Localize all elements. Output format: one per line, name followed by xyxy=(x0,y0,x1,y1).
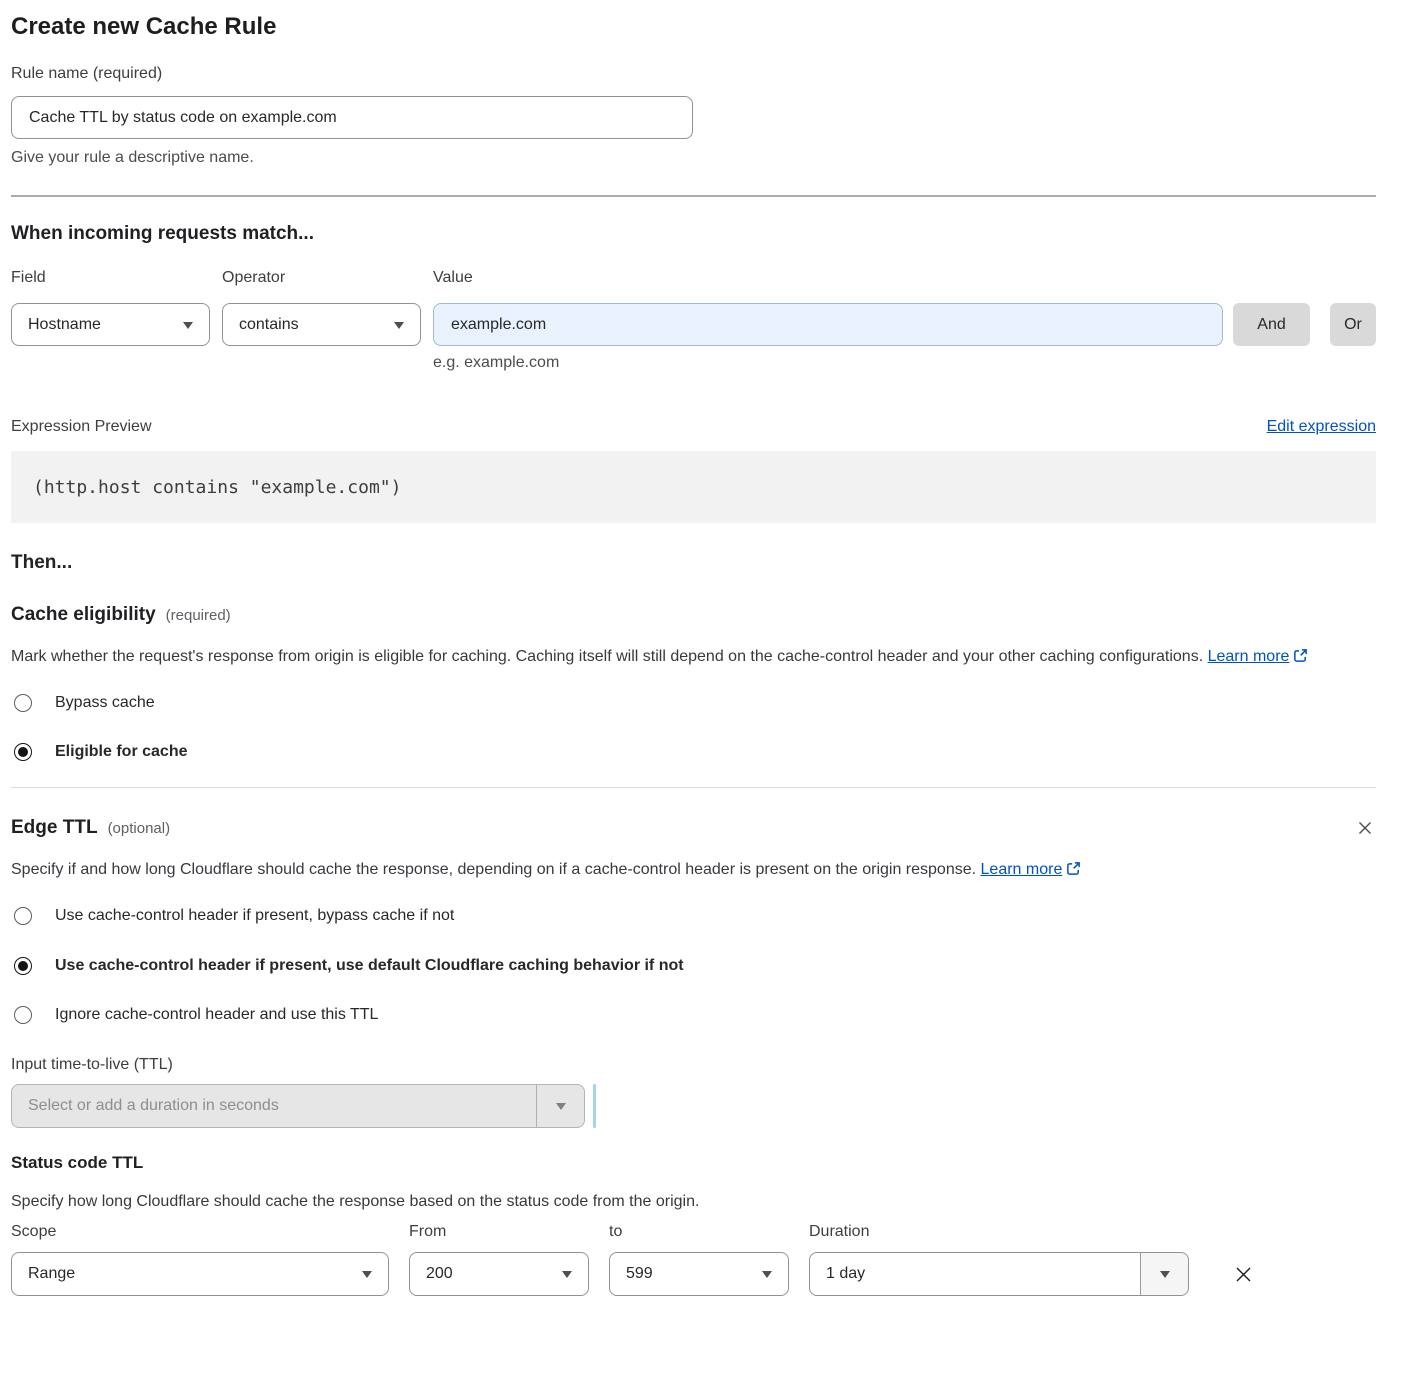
section-divider xyxy=(11,787,1376,788)
cache-eligibility-header: Cache eligibility (required) xyxy=(11,603,1376,627)
focus-caret xyxy=(593,1084,596,1128)
expression-code: (http.host contains "example.com") xyxy=(33,477,401,498)
close-edge-ttl-button[interactable] xyxy=(1354,817,1376,839)
radio-label: Use cache-control header if present, use… xyxy=(55,956,684,976)
cache-eligibility-description-text: Mark whether the request's response from… xyxy=(11,648,1203,665)
to-label: to xyxy=(609,1222,789,1241)
duration-label: Duration xyxy=(809,1222,1189,1241)
field-select-value: Hostname xyxy=(28,316,101,334)
section-divider xyxy=(11,195,1376,197)
external-link-icon xyxy=(1293,648,1308,663)
expression-preview-row: Expression Preview Edit expression xyxy=(11,417,1376,436)
chevron-down-icon xyxy=(556,1103,566,1110)
page-title: Create new Cache Rule xyxy=(11,12,1376,42)
match-labels-row: Field Operator Value xyxy=(11,268,1376,287)
field-label: Field xyxy=(11,268,222,287)
status-code-controls-row: Range 200 599 1 day xyxy=(11,1252,1376,1296)
scope-label: Scope xyxy=(11,1222,389,1241)
status-code-ttl-title: Status code TTL xyxy=(11,1152,1376,1174)
match-heading: When incoming requests match... xyxy=(11,222,1376,246)
chevron-down-icon xyxy=(1160,1271,1170,1278)
chevron-down-icon xyxy=(362,1271,372,1278)
radio-label: Use cache-control header if present, byp… xyxy=(55,906,454,926)
radio-option-bypass-cache[interactable]: Bypass cache xyxy=(11,693,1376,713)
operator-select[interactable]: contains xyxy=(222,303,421,346)
radio-icon[interactable] xyxy=(14,957,32,975)
field-select[interactable]: Hostname xyxy=(11,303,210,346)
rule-name-input[interactable] xyxy=(11,96,693,139)
scope-select-value: Range xyxy=(28,1265,75,1283)
learn-more-label: Learn more xyxy=(1208,648,1290,665)
create-cache-rule-page: Create new Cache Rule Rule name (require… xyxy=(0,0,1412,1376)
and-button[interactable]: And xyxy=(1233,303,1310,346)
value-input[interactable] xyxy=(433,303,1223,346)
radio-option-eligible-for-cache[interactable]: Eligible for cache xyxy=(11,742,1376,762)
edge-ttl-description-text: Specify if and how long Cloudflare shoul… xyxy=(11,861,976,878)
value-label: Value xyxy=(433,268,473,287)
to-select[interactable]: 599 xyxy=(609,1252,789,1296)
ttl-input-label: Input time-to-live (TTL) xyxy=(11,1055,1376,1074)
value-hint: e.g. example.com xyxy=(433,354,1376,372)
edge-ttl-header: Edge TTL (optional) xyxy=(11,816,1376,840)
ttl-duration-select[interactable]: Select or add a duration in seconds xyxy=(11,1084,585,1128)
ttl-duration-placeholder: Select or add a duration in seconds xyxy=(28,1097,279,1115)
expression-preview-label: Expression Preview xyxy=(11,417,152,436)
radio-label: Eligible for cache xyxy=(55,742,187,762)
rule-name-label: Rule name (required) xyxy=(11,64,1376,83)
edge-ttl-optional-badge: (optional) xyxy=(108,820,171,837)
select-arrow-segment[interactable] xyxy=(536,1085,584,1127)
radio-label: Bypass cache xyxy=(55,693,155,713)
ttl-input-row: Select or add a duration in seconds xyxy=(11,1084,1376,1128)
radio-option-use-header-bypass[interactable]: Use cache-control header if present, byp… xyxy=(11,906,1376,926)
radio-icon[interactable] xyxy=(14,743,32,761)
from-select-value: 200 xyxy=(426,1265,453,1283)
operator-label: Operator xyxy=(222,268,433,287)
edge-ttl-description: Specify if and how long Cloudflare shoul… xyxy=(11,856,1116,884)
then-heading: Then... xyxy=(11,551,1376,575)
scope-select[interactable]: Range xyxy=(11,1252,389,1296)
radio-option-use-header-default[interactable]: Use cache-control header if present, use… xyxy=(11,956,1376,976)
to-select-value: 599 xyxy=(626,1265,653,1283)
remove-status-code-rule-button[interactable] xyxy=(1231,1262,1256,1287)
close-icon xyxy=(1356,819,1374,837)
radio-icon[interactable] xyxy=(14,694,32,712)
learn-more-label: Learn more xyxy=(981,861,1063,878)
from-label: From xyxy=(409,1222,589,1241)
status-code-labels-row: Scope From to Duration xyxy=(11,1222,1376,1241)
operator-select-value: contains xyxy=(239,316,299,334)
cache-eligibility-required-badge: (required) xyxy=(166,607,231,624)
radio-icon[interactable] xyxy=(14,1006,32,1024)
select-arrow-segment[interactable] xyxy=(1140,1253,1188,1295)
edge-ttl-title: Edge TTL xyxy=(11,816,98,840)
edit-expression-link[interactable]: Edit expression xyxy=(1267,418,1376,436)
cache-eligibility-description: Mark whether the request's response from… xyxy=(11,643,1356,671)
chevron-down-icon xyxy=(394,322,404,329)
duration-select[interactable]: 1 day xyxy=(809,1252,1189,1296)
radio-option-ignore-header[interactable]: Ignore cache-control header and use this… xyxy=(11,1005,1376,1025)
from-select[interactable]: 200 xyxy=(409,1252,589,1296)
status-code-ttl-description: Specify how long Cloudflare should cache… xyxy=(11,1192,1376,1212)
chevron-down-icon xyxy=(562,1271,572,1278)
radio-icon[interactable] xyxy=(14,907,32,925)
expression-code-box: (http.host contains "example.com") xyxy=(11,451,1376,523)
duration-select-value: 1 day xyxy=(826,1265,865,1283)
learn-more-link[interactable]: Learn more xyxy=(981,861,1082,878)
chevron-down-icon xyxy=(183,322,193,329)
external-link-icon xyxy=(1066,861,1081,876)
rule-name-helper: Give your rule a descriptive name. xyxy=(11,148,1376,167)
match-controls-row: Hostname contains And Or xyxy=(11,303,1376,346)
cache-eligibility-title: Cache eligibility xyxy=(11,603,156,627)
delete-x-icon xyxy=(1233,1264,1254,1285)
or-button[interactable]: Or xyxy=(1330,303,1376,346)
chevron-down-icon xyxy=(762,1271,772,1278)
learn-more-link[interactable]: Learn more xyxy=(1208,648,1309,665)
radio-label: Ignore cache-control header and use this… xyxy=(55,1005,378,1025)
